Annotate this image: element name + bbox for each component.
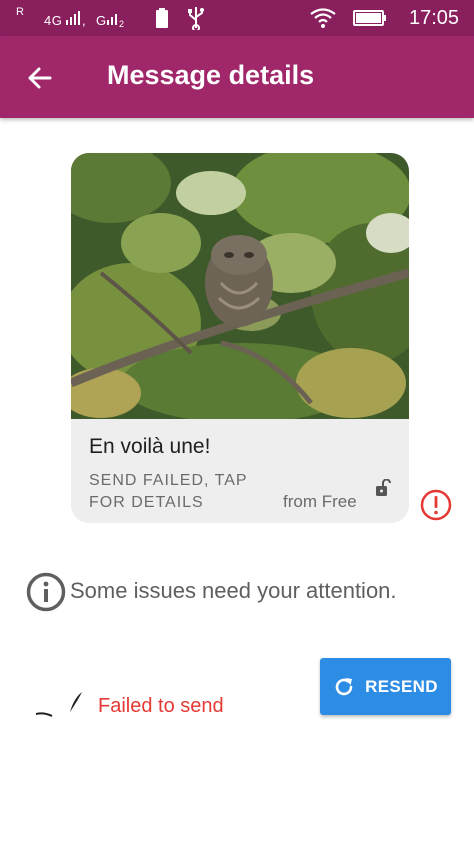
signal-bars-icon: 4G , G 2 [44,11,125,29]
network-signal: 4G , G 2 [44,11,144,32]
wifi-icon [310,8,336,28]
message-status[interactable]: SEND FAILED, TAP FOR DETAILS [89,470,279,514]
arrow-back-icon [28,67,52,89]
svg-text:4G: 4G [44,13,62,28]
issues-message: Some issues need your attention. [70,578,397,603]
refresh-icon [335,677,353,695]
svg-text:2: 2 [119,19,125,29]
resend-button[interactable]: RESEND [320,658,451,715]
resend-label: RESEND [365,676,438,696]
sim-battery-icon [156,8,168,28]
back-button[interactable] [20,58,60,98]
roaming-indicator: R [16,6,24,18]
page-title: Message details [107,60,315,90]
svg-text:G: G [96,13,107,28]
owl-photo-image[interactable] [71,153,409,419]
message-sender: from Free [283,492,357,511]
message-text: En voilà une! [89,435,211,458]
status-bar: R 4G , G 2 17:05 [0,0,474,36]
message-bubble[interactable]: En voilà une! SEND FAILED, TAP FOR DETAI… [71,153,409,523]
failed-status-text: Failed to send [98,695,224,717]
unlocked-icon [376,479,391,496]
info-icon [26,572,66,612]
battery-icon [353,10,386,26]
app-bar: Message details [0,36,474,118]
error-icon[interactable] [420,489,452,521]
usb-icon [188,7,204,30]
clock: 17:05 [409,7,460,29]
failed-status-icon [35,692,82,717]
svg-text:,: , [82,13,86,28]
